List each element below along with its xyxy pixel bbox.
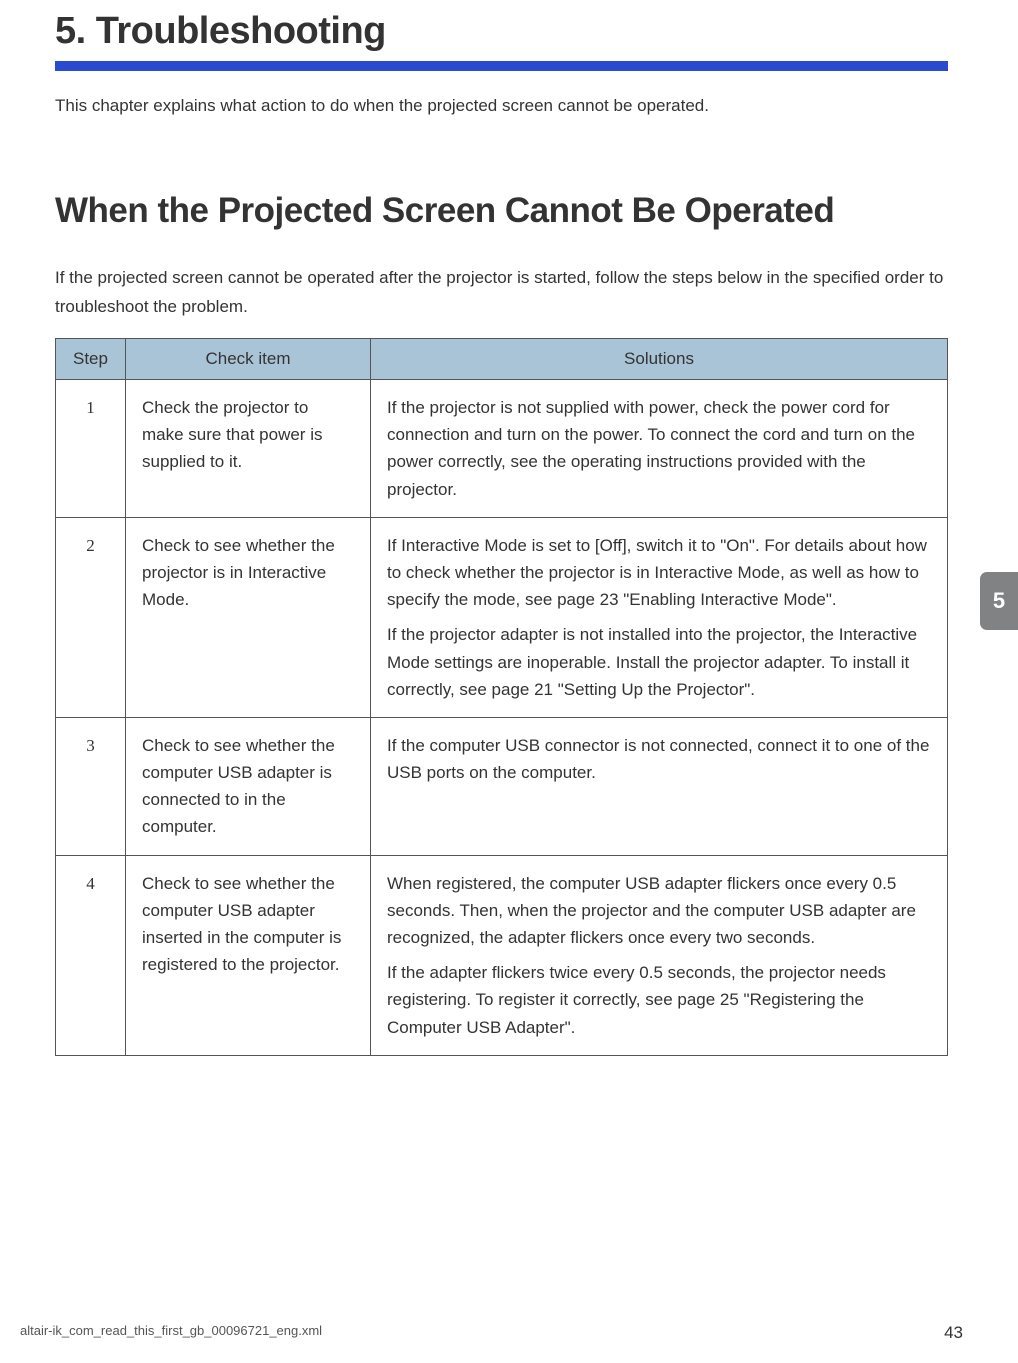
solutions-cell: If the computer USB connector is not con… bbox=[371, 717, 948, 855]
step-number: 2 bbox=[56, 517, 126, 717]
table-row: 1 Check the projector to make sure that … bbox=[56, 380, 948, 518]
table-row: 4 Check to see whether the computer USB … bbox=[56, 855, 948, 1055]
chapter-side-tab: 5 bbox=[980, 572, 1018, 630]
troubleshoot-table: Step Check item Solutions 1 Check the pr… bbox=[55, 338, 948, 1056]
page-footer: altair-ik_com_read_this_first_gb_0009672… bbox=[20, 1323, 963, 1343]
solutions-cell: If Interactive Mode is set to [Off], swi… bbox=[371, 517, 948, 717]
solution-text: If the computer USB connector is not con… bbox=[387, 732, 931, 786]
solution-text: If the projector is not supplied with po… bbox=[387, 394, 931, 503]
solution-text: If the adapter flickers twice every 0.5 … bbox=[387, 959, 931, 1041]
footer-filename: altair-ik_com_read_this_first_gb_0009672… bbox=[20, 1323, 322, 1343]
solutions-cell: If the projector is not supplied with po… bbox=[371, 380, 948, 518]
step-number: 4 bbox=[56, 855, 126, 1055]
check-item: Check to see whether the computer USB ad… bbox=[126, 717, 371, 855]
col-header-solutions: Solutions bbox=[371, 339, 948, 380]
solution-text: If the projector adapter is not installe… bbox=[387, 621, 931, 703]
step-number: 3 bbox=[56, 717, 126, 855]
table-row: 2 Check to see whether the projector is … bbox=[56, 517, 948, 717]
check-item: Check to see whether the computer USB ad… bbox=[126, 855, 371, 1055]
chapter-title: 5. Troubleshooting bbox=[55, 10, 948, 53]
col-header-step: Step bbox=[56, 339, 126, 380]
chapter-title-underline bbox=[55, 61, 948, 71]
check-item: Check to see whether the projector is in… bbox=[126, 517, 371, 717]
step-number: 1 bbox=[56, 380, 126, 518]
section-title: When the Projected Screen Cannot Be Oper… bbox=[55, 189, 948, 233]
col-header-check: Check item bbox=[126, 339, 371, 380]
section-intro: If the projected screen cannot be operat… bbox=[55, 264, 948, 322]
table-row: 3 Check to see whether the computer USB … bbox=[56, 717, 948, 855]
check-item: Check the projector to make sure that po… bbox=[126, 380, 371, 518]
chapter-intro: This chapter explains what action to do … bbox=[55, 93, 948, 119]
footer-page-number: 43 bbox=[944, 1323, 963, 1343]
solution-text: When registered, the computer USB adapte… bbox=[387, 870, 931, 952]
solutions-cell: When registered, the computer USB adapte… bbox=[371, 855, 948, 1055]
solution-text: If Interactive Mode is set to [Off], swi… bbox=[387, 532, 931, 614]
